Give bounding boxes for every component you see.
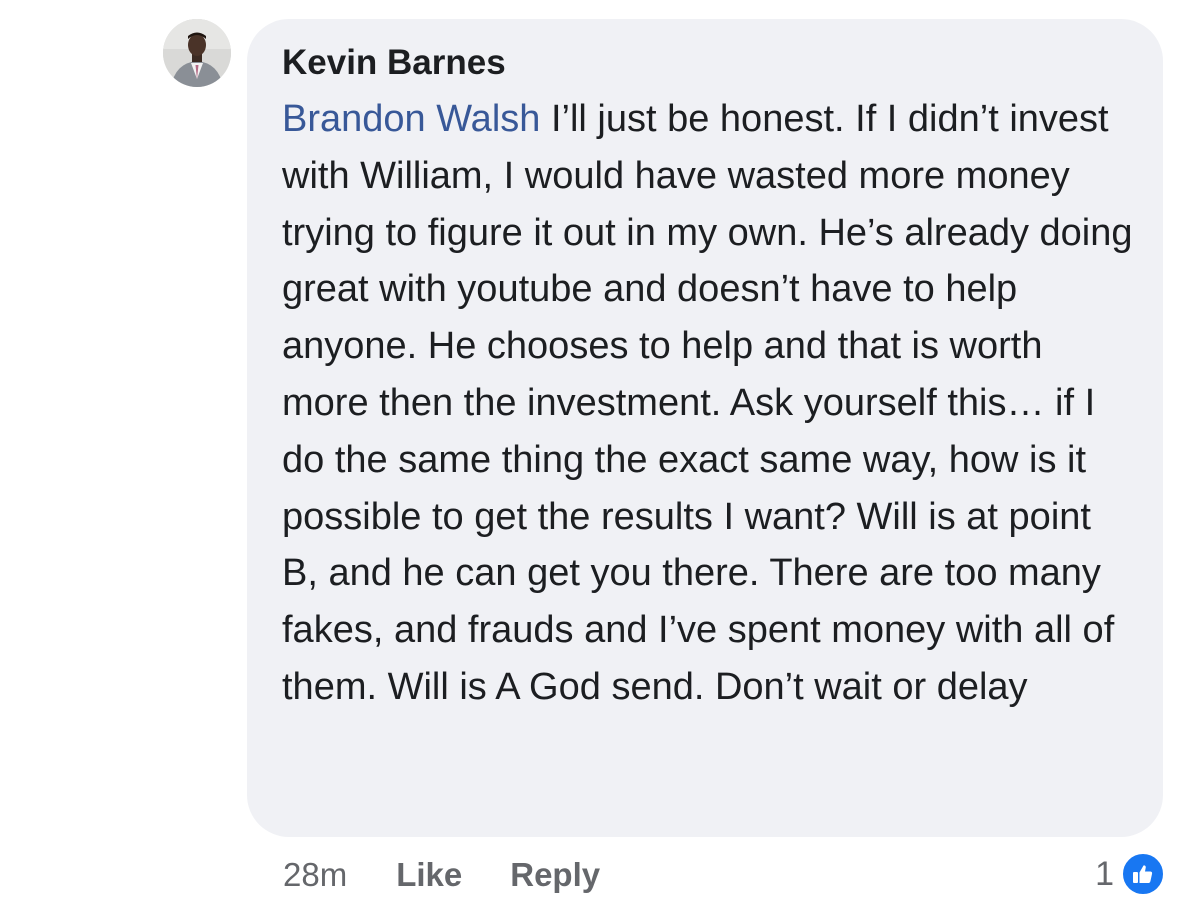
comment-actions: 28m Like Reply (283, 850, 600, 900)
avatar-photo (163, 19, 231, 87)
reaction-summary[interactable]: 1 (1095, 849, 1166, 899)
comment: Kevin Barnes Brandon Walsh I’ll just be … (0, 0, 1200, 917)
avatar[interactable] (163, 19, 231, 87)
like-button[interactable]: Like (396, 856, 462, 894)
comment-text: I’ll just be honest. If I didn’t invest … (282, 98, 1144, 708)
reaction-count: 1 (1095, 854, 1114, 893)
comment-body: Brandon Walsh I’ll just be honest. If I … (282, 91, 1133, 716)
reply-button[interactable]: Reply (510, 856, 600, 894)
author-name[interactable]: Kevin Barnes (282, 39, 1133, 87)
timestamp[interactable]: 28m (283, 856, 347, 894)
mention-link[interactable]: Brandon Walsh (282, 98, 540, 140)
comment-bubble: Kevin Barnes Brandon Walsh I’ll just be … (247, 19, 1163, 837)
thumbs-up-icon (1120, 851, 1166, 897)
